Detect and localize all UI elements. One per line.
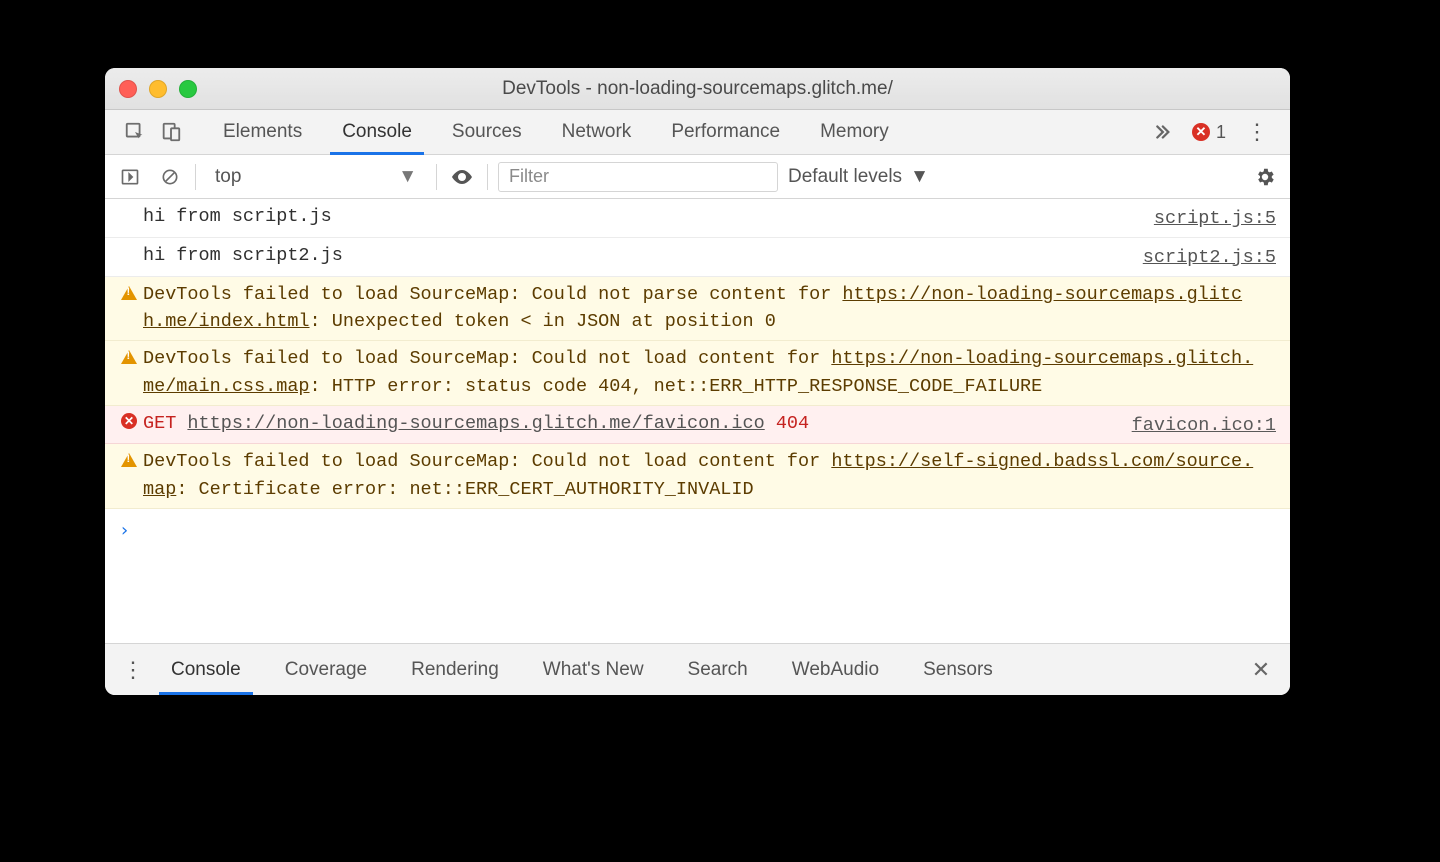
drawer-tab-rendering[interactable]: Rendering	[389, 644, 521, 695]
filter-input[interactable]	[498, 162, 778, 192]
console-error-row: ✕ GET https://non-loading-sourcemaps.glit…	[105, 406, 1290, 445]
drawer-tab-search[interactable]: Search	[666, 644, 770, 695]
close-drawer-icon[interactable]: ✕	[1244, 644, 1278, 695]
toggle-sidebar-icon[interactable]	[115, 167, 145, 187]
log-levels-selector[interactable]: Default levels ▼	[788, 166, 929, 188]
drawer-tab-sensors[interactable]: Sensors	[901, 644, 1015, 695]
console-settings-icon[interactable]	[1250, 166, 1280, 188]
message-source-link[interactable]: script2.js:5	[1143, 242, 1276, 272]
message-body: DevTools failed to load SourceMap: Could…	[143, 345, 1276, 401]
console-log-row: hi from script2.jsscript2.js:5	[105, 238, 1290, 277]
context-label: top	[215, 166, 241, 188]
error-icon: ✕	[121, 413, 137, 429]
tab-performance[interactable]: Performance	[651, 110, 800, 154]
tab-memory[interactable]: Memory	[800, 110, 909, 154]
message-body: GET https://non-loading-sourcemaps.glitc…	[143, 410, 1132, 440]
drawer-menu-icon[interactable]: ⋮	[117, 644, 149, 695]
message-body: DevTools failed to load SourceMap: Could…	[143, 448, 1276, 504]
titlebar: DevTools - non-loading-sourcemaps.glitch…	[105, 68, 1290, 110]
tab-console[interactable]: Console	[322, 110, 432, 154]
console-warn-row: DevTools failed to load SourceMap: Could…	[105, 444, 1290, 509]
close-window-button[interactable]	[119, 80, 137, 98]
warning-icon	[121, 286, 137, 300]
divider	[487, 164, 488, 190]
devtools-window: DevTools - non-loading-sourcemaps.glitch…	[105, 68, 1290, 695]
execution-context-selector[interactable]: top ▼	[206, 161, 426, 193]
source-url-link[interactable]: https://non-loading-sourcemaps.glitch.me…	[143, 348, 1253, 397]
source-url-link[interactable]: https://self-signed.badssl.com/source.ma…	[143, 451, 1253, 500]
caret-down-icon: ▼	[910, 166, 929, 188]
tab-network[interactable]: Network	[542, 110, 652, 154]
console-warn-row: DevTools failed to load SourceMap: Could…	[105, 341, 1290, 406]
minimize-window-button[interactable]	[149, 80, 167, 98]
message-source-link[interactable]: favicon.ico:1	[1132, 410, 1276, 440]
warning-icon	[121, 350, 137, 364]
inspect-element-icon[interactable]	[117, 110, 153, 154]
maximize-window-button[interactable]	[179, 80, 197, 98]
console-warn-row: DevTools failed to load SourceMap: Could…	[105, 277, 1290, 342]
drawer-tab-console[interactable]: Console	[149, 644, 263, 695]
error-count-badge[interactable]: ✕ 1	[1182, 110, 1236, 154]
drawer-tab-coverage[interactable]: Coverage	[263, 644, 389, 695]
divider	[436, 164, 437, 190]
clear-console-icon[interactable]	[155, 167, 185, 187]
main-menu-icon[interactable]: ⋮	[1236, 110, 1278, 154]
console-prompt[interactable]: ›	[105, 509, 1290, 552]
error-count: 1	[1216, 122, 1226, 143]
main-tabs: ElementsConsoleSourcesNetworkPerformance…	[105, 110, 1290, 155]
source-url-link[interactable]: https://non-loading-sourcemaps.glitch.me…	[187, 413, 764, 434]
warning-icon	[121, 453, 137, 467]
window-title: DevTools - non-loading-sourcemaps.glitch…	[502, 78, 893, 100]
tabs-overflow-icon[interactable]	[1140, 110, 1182, 154]
caret-down-icon: ▼	[398, 166, 417, 188]
console-messages: hi from script.jsscript.js:5hi from scri…	[105, 199, 1290, 643]
levels-label: Default levels	[788, 166, 902, 188]
console-toolbar: top ▼ Default levels ▼	[105, 155, 1290, 199]
message-body: hi from script.js	[143, 203, 1154, 233]
tab-elements[interactable]: Elements	[203, 110, 322, 154]
message-body: hi from script2.js	[143, 242, 1143, 272]
message-body: DevTools failed to load SourceMap: Could…	[143, 281, 1276, 337]
drawer-tabs: ⋮ ConsoleCoverageRenderingWhat's NewSear…	[105, 643, 1290, 695]
console-log-row: hi from script.jsscript.js:5	[105, 199, 1290, 238]
drawer-tab-webaudio[interactable]: WebAudio	[770, 644, 901, 695]
source-url-link[interactable]: https://non-loading-sourcemaps.glitch.me…	[143, 284, 1242, 333]
tab-sources[interactable]: Sources	[432, 110, 542, 154]
message-source-link[interactable]: script.js:5	[1154, 203, 1276, 233]
drawer-tab-what-s-new[interactable]: What's New	[521, 644, 666, 695]
error-icon: ✕	[1192, 123, 1210, 141]
device-toolbar-icon[interactable]	[153, 110, 189, 154]
live-expression-icon[interactable]	[447, 165, 477, 189]
window-controls	[119, 80, 197, 98]
divider	[195, 164, 196, 190]
